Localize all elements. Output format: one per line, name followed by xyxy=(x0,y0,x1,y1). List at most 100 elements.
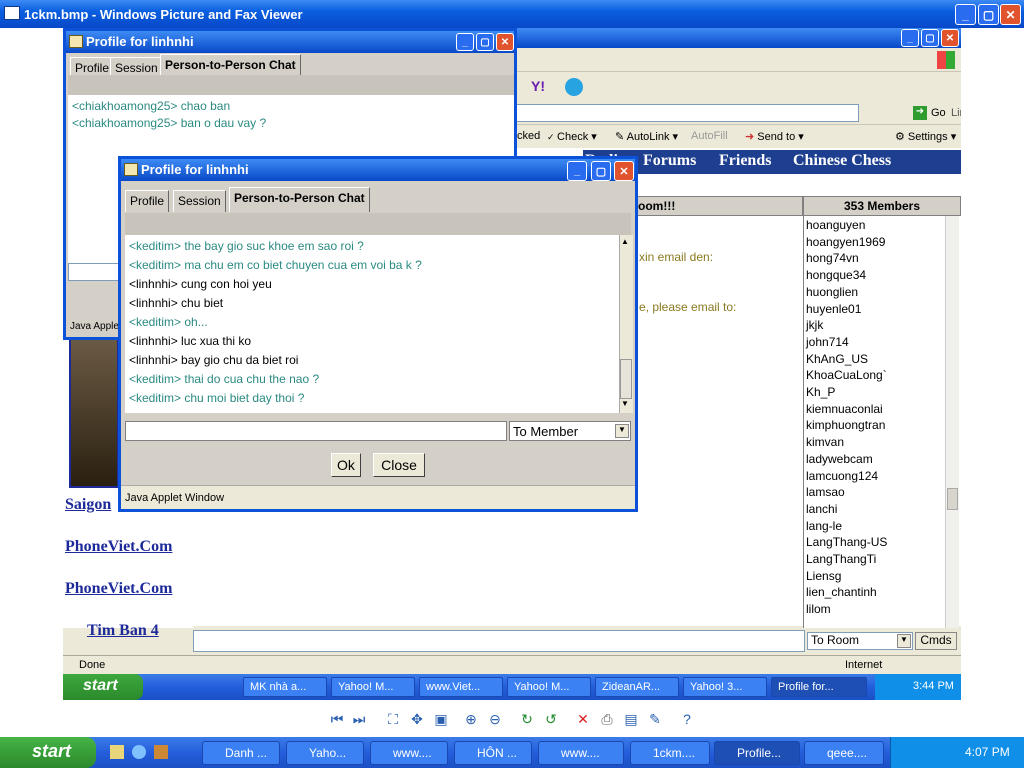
member-item[interactable]: Liensg xyxy=(806,569,841,583)
rotate-counterclockwise-icon[interactable]: ↺ xyxy=(542,711,560,729)
member-item[interactable]: kimphuongtran xyxy=(806,418,885,432)
actual-size-icon[interactable]: ✥ xyxy=(408,711,426,729)
member-item[interactable]: john714 xyxy=(806,335,849,349)
yahoo-icon[interactable]: Y! xyxy=(531,78,545,94)
cmds-button[interactable]: Cmds xyxy=(915,632,957,650)
start-button[interactable]: start xyxy=(0,737,96,768)
member-item[interactable]: jkjk xyxy=(806,318,823,332)
members-list[interactable]: hoanguyen hoangyen1969 hong74vn hongque34 hu… xyxy=(803,216,945,628)
timban-link[interactable]: Tim Ban 4 xyxy=(87,622,159,640)
zoom-out-icon[interactable]: ⊖ xyxy=(486,711,504,729)
member-item[interactable]: lien_chantinh xyxy=(806,585,877,599)
minimize-button[interactable]: _ xyxy=(955,4,976,25)
member-item[interactable]: kiemnuaconlai xyxy=(806,402,883,416)
settings-button[interactable]: ⚙ Settings ▾ xyxy=(895,130,956,143)
task-item[interactable]: www.... xyxy=(370,741,448,765)
address-input[interactable] xyxy=(515,104,859,122)
send-to-button[interactable]: ➜ Send to ▾ xyxy=(745,130,804,143)
members-scroll-thumb[interactable] xyxy=(947,488,958,510)
members-scrollbar[interactable] xyxy=(945,216,959,628)
close-button[interactable]: ✕ xyxy=(614,161,634,181)
inner-task-item[interactable]: Yahoo! M... xyxy=(507,677,591,697)
close-dialog-button[interactable]: Close xyxy=(373,453,425,477)
nav-friends[interactable]: Friends xyxy=(719,152,771,170)
member-item[interactable]: hoanguyen xyxy=(806,218,865,232)
ie-quicklaunch-icon[interactable] xyxy=(132,745,146,759)
yahoo-quicklaunch-icon[interactable] xyxy=(154,745,168,759)
task-item[interactable]: HÔN ... xyxy=(454,741,532,765)
ie-close-button[interactable]: ✕ xyxy=(941,29,959,47)
to-member-select[interactable]: To Member ▼ xyxy=(509,421,631,441)
inner-start-button[interactable]: start xyxy=(63,674,143,700)
scroll-up-icon[interactable]: ▲ xyxy=(621,237,629,246)
inner-task-item[interactable]: MK nhà a... xyxy=(243,677,327,697)
task-item[interactable]: 1ckm.... xyxy=(630,741,710,765)
member-item[interactable]: hongque34 xyxy=(806,268,866,282)
member-item[interactable]: lanchi xyxy=(806,502,837,516)
maximize-button[interactable]: ▢ xyxy=(591,161,611,181)
member-item[interactable]: huyenle01 xyxy=(806,302,861,316)
inner-task-item[interactable]: Yahoo! 3... xyxy=(683,677,767,697)
member-item[interactable]: kimvan xyxy=(806,435,844,449)
to-room-select[interactable]: To Room ▼ xyxy=(807,632,913,650)
chevron-down-icon[interactable]: ▼ xyxy=(897,634,911,648)
close-button[interactable]: ✕ xyxy=(496,33,514,51)
save-icon[interactable]: ▤ xyxy=(622,711,640,729)
minimize-button[interactable]: _ xyxy=(567,161,587,181)
task-item[interactable]: www.... xyxy=(538,741,624,765)
member-item[interactable]: hong74vn xyxy=(806,251,859,265)
delete-icon[interactable]: ✕ xyxy=(574,711,592,729)
member-item[interactable]: KhoaCuaLong` xyxy=(806,368,887,382)
profile-photo[interactable] xyxy=(69,338,119,488)
autolink-button[interactable]: ✎ AutoLink ▾ xyxy=(615,130,678,143)
next-image-icon[interactable]: ⏭ xyxy=(350,711,368,729)
nav-forums[interactable]: Forums xyxy=(643,152,696,170)
member-item[interactable]: Kh_P xyxy=(806,385,835,399)
task-item[interactable]: Danh ... xyxy=(202,741,280,765)
task-item[interactable]: qeee.... xyxy=(804,741,884,765)
member-item[interactable]: lang-le xyxy=(806,519,842,533)
task-item[interactable]: Yaho... xyxy=(286,741,364,765)
chat-input[interactable] xyxy=(68,263,120,281)
member-item[interactable]: lamsao xyxy=(806,485,845,499)
member-item[interactable]: ladywebcam xyxy=(806,452,873,466)
scroll-down-icon[interactable]: ▼ xyxy=(621,399,629,408)
inner-task-item[interactable]: Yahoo! M... xyxy=(331,677,415,697)
saigon-link[interactable]: Saigon xyxy=(65,496,111,514)
close-button[interactable]: ✕ xyxy=(1000,4,1021,25)
print-icon[interactable]: ⎙ xyxy=(598,711,616,729)
chat-log[interactable]: <keditim> the bay gio suc khoe em sao ro… xyxy=(125,235,619,413)
links-label[interactable]: Links xyxy=(951,107,961,119)
maximize-button[interactable]: ▢ xyxy=(476,33,494,51)
phoneviet-link[interactable]: PhoneViet.Com xyxy=(65,580,172,598)
member-item[interactable]: hoangyen1969 xyxy=(806,235,885,249)
member-item[interactable]: huonglien xyxy=(806,285,858,299)
ok-button[interactable]: Ok xyxy=(331,453,361,477)
ie-minimize-button[interactable]: _ xyxy=(901,29,919,47)
go-arrow-icon[interactable]: ➜ xyxy=(913,106,927,120)
room-chat-input[interactable] xyxy=(193,630,805,652)
rotate-clockwise-icon[interactable]: ↻ xyxy=(518,711,536,729)
member-item[interactable]: lamcuong124 xyxy=(806,469,878,483)
minimize-button[interactable]: _ xyxy=(456,33,474,51)
chevron-down-icon[interactable]: ▼ xyxy=(615,424,629,438)
nav-chinese-chess[interactable]: Chinese Chess xyxy=(793,152,891,170)
tab-profile[interactable]: Profile xyxy=(125,190,170,212)
member-item[interactable]: lilom xyxy=(806,602,831,616)
inner-task-item[interactable]: ZideanAR... xyxy=(595,677,679,697)
chat-input[interactable] xyxy=(125,421,507,441)
help-icon[interactable]: ? xyxy=(678,711,696,729)
chat-scrollbar[interactable]: ▲ ▼ xyxy=(619,235,633,413)
quicklaunch-icon[interactable] xyxy=(110,745,124,759)
popup-blocked-label[interactable]: cked xyxy=(517,130,540,142)
applet-title-bar[interactable]: Profile for linhnhi xyxy=(121,159,635,181)
previous-image-icon[interactable]: ⏮ xyxy=(328,711,346,729)
best-fit-icon[interactable]: ⛶ xyxy=(384,711,402,729)
tab-session[interactable]: Session xyxy=(173,190,226,212)
slideshow-icon[interactable]: ▣ xyxy=(432,711,450,729)
edit-icon[interactable]: ✎ xyxy=(646,711,664,729)
skype-icon[interactable] xyxy=(565,78,583,96)
applet-title-bar[interactable]: Profile for linhnhi xyxy=(66,31,514,53)
phoneviet-link[interactable]: PhoneViet.Com xyxy=(65,538,172,556)
task-item[interactable]: Profile... xyxy=(714,741,800,765)
